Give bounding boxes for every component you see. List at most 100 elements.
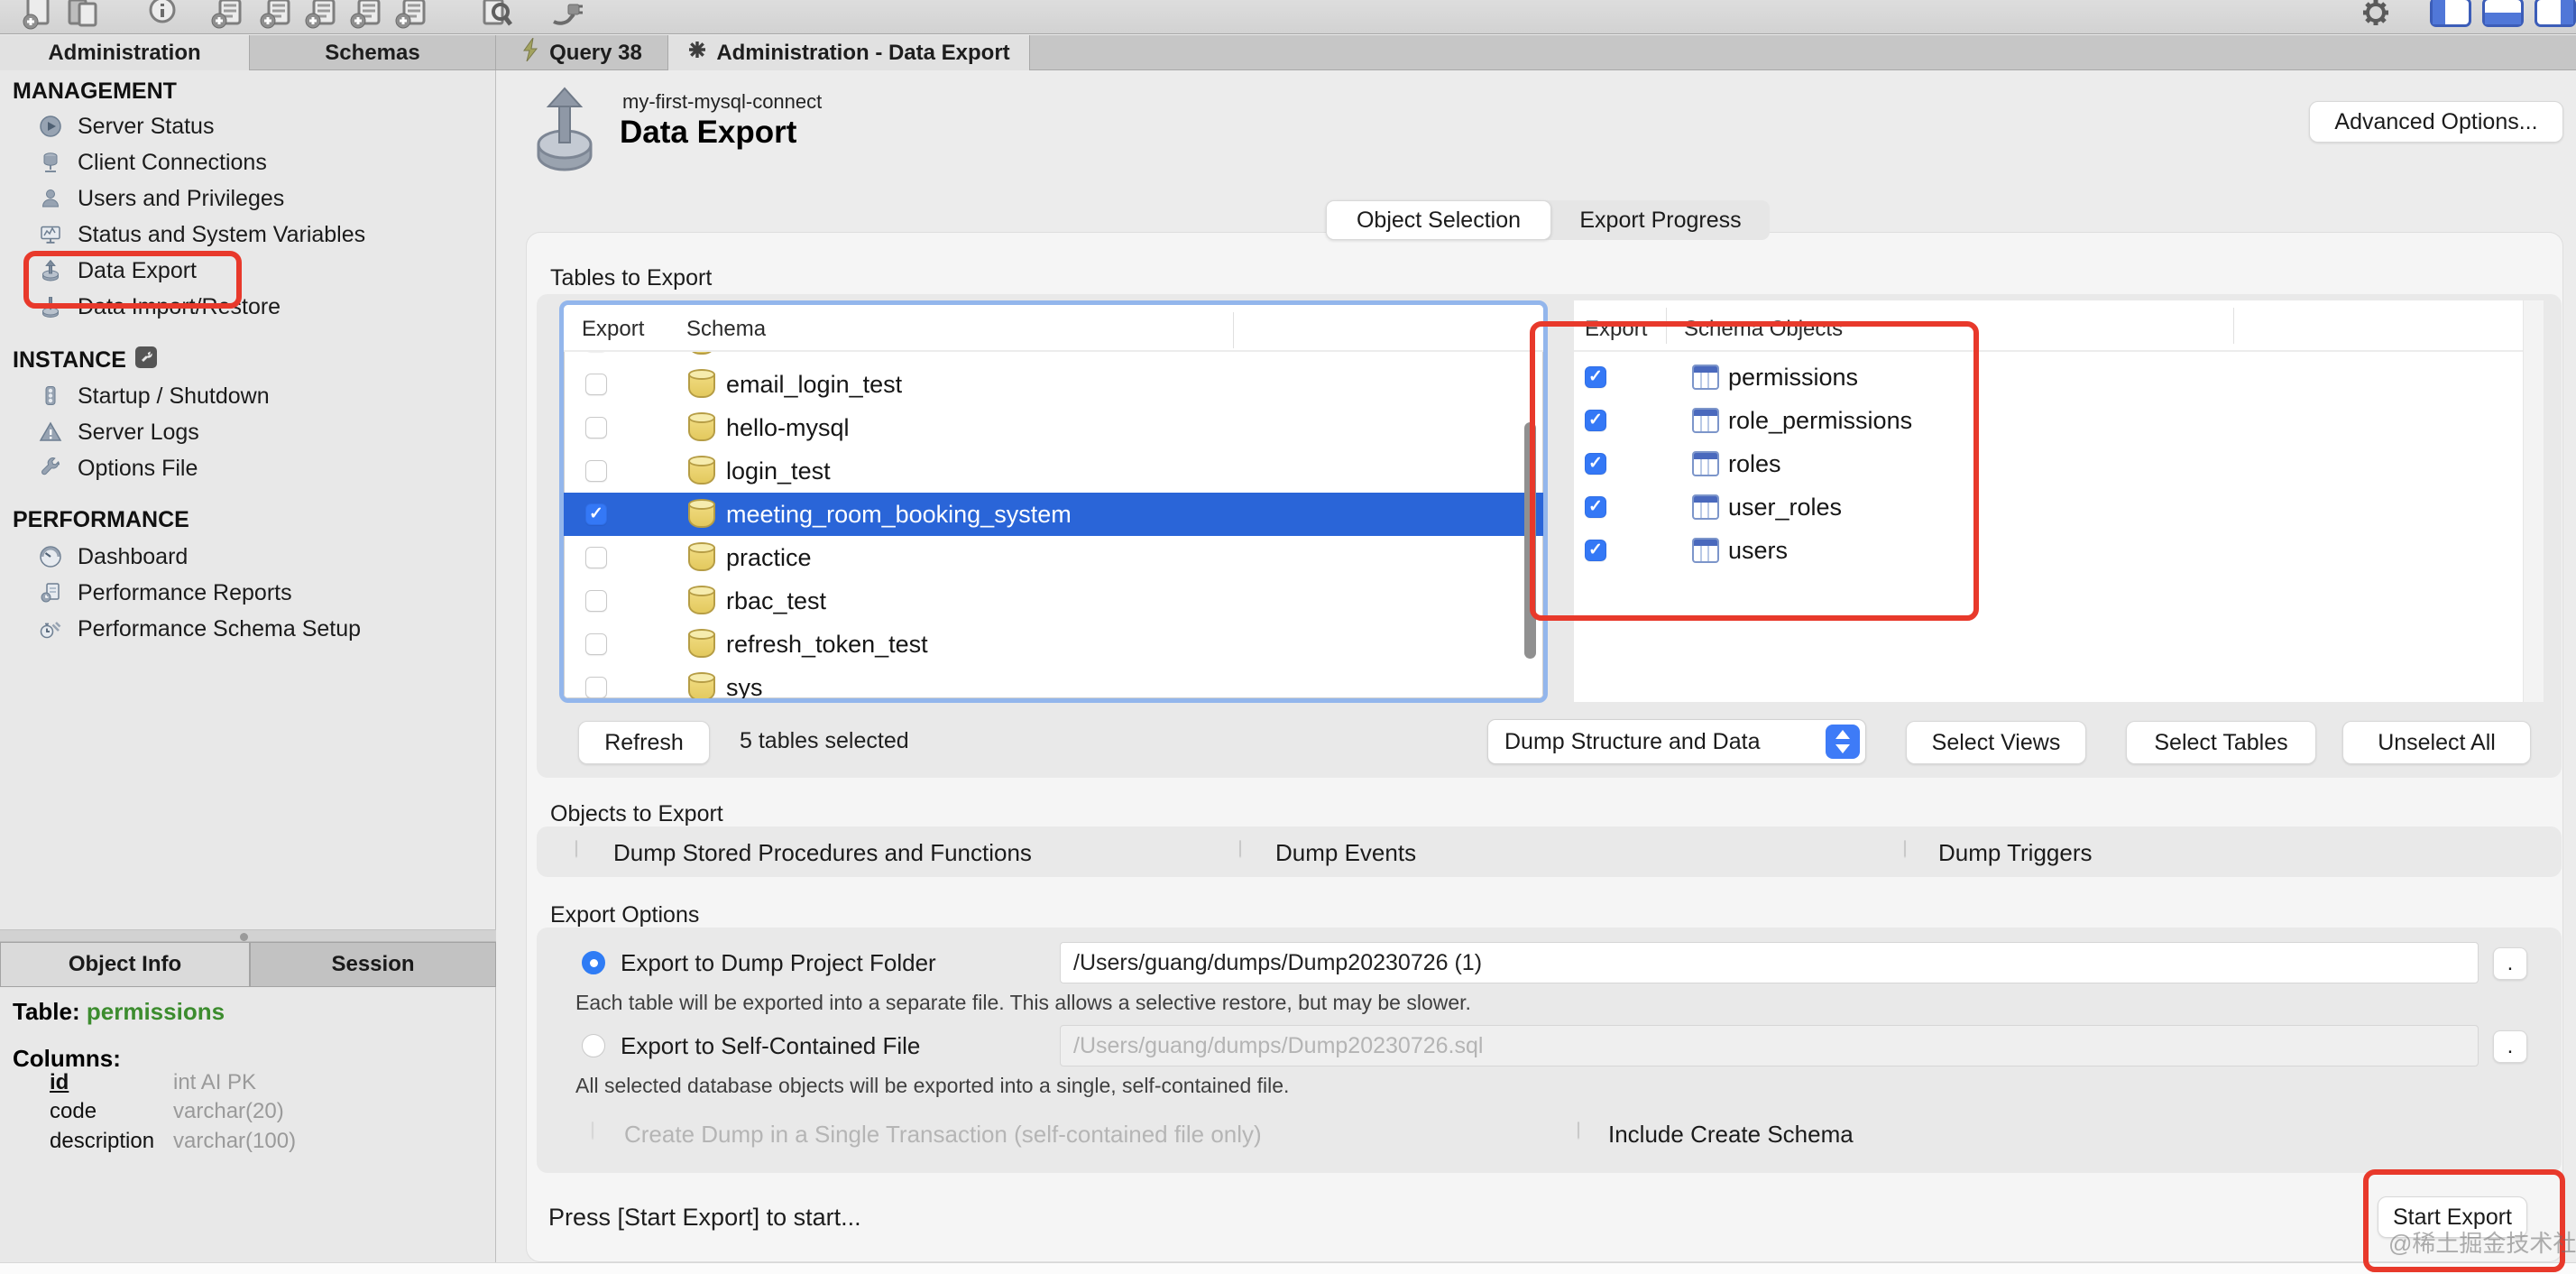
sidebar-item-options-file[interactable]: Options File: [0, 450, 495, 486]
table-icon: [1692, 451, 1719, 476]
editor-tab-data-export[interactable]: Administration - Data Export: [668, 35, 1030, 70]
window-bottom-strip: [0, 1262, 2576, 1274]
status-text: Press [Start Export] to start...: [548, 1204, 861, 1232]
sidebar-item-server-status[interactable]: Server Status: [0, 108, 495, 144]
schema-object-row[interactable]: roles: [1574, 442, 2544, 485]
export-checkbox[interactable]: [1585, 496, 1606, 518]
browse-file-button[interactable]: .: [2493, 1030, 2527, 1063]
export-checkbox[interactable]: [585, 460, 607, 482]
database-import-icon: [38, 294, 63, 319]
tab-export-progress[interactable]: Export Progress: [1551, 200, 1770, 240]
dump-triggers-checkbox[interactable]: [1904, 840, 1906, 857]
create-table-icon[interactable]: [258, 0, 294, 31]
table-row-selected[interactable]: meeting_room_booking_system: [564, 493, 1543, 536]
table-row[interactable]: rbac_test: [564, 579, 1543, 623]
sidebar-item-performance-reports[interactable]: Performance Reports: [0, 575, 495, 611]
table-row[interactable]: refresh_token_test: [564, 623, 1543, 666]
export-checkbox[interactable]: [585, 374, 607, 395]
dump-events-checkbox[interactable]: [1239, 840, 1241, 857]
objects-to-export-label: Objects to Export: [550, 801, 723, 827]
schema-icon: [688, 414, 715, 441]
export-checkbox[interactable]: [585, 633, 607, 655]
sidebar-item-server-logs[interactable]: Server Logs: [0, 414, 495, 450]
sidebar-item-client-connections[interactable]: Client Connections: [0, 144, 495, 180]
refresh-button[interactable]: Refresh: [578, 721, 710, 764]
toggle-bottom-panel-icon[interactable]: [2482, 0, 2524, 27]
table-row[interactable]: sys: [564, 666, 1543, 698]
sidebar-item-data-import-restore[interactable]: Data Import/Restore: [0, 289, 495, 325]
export-checkbox[interactable]: [1585, 366, 1606, 388]
table-row[interactable]: hello-mysql: [564, 406, 1543, 449]
sidebar-item-startup-shutdown[interactable]: Startup / Shutdown: [0, 378, 495, 414]
export-checkbox[interactable]: [1585, 540, 1606, 561]
sidebar-item-label: Startup / Shutdown: [78, 383, 270, 410]
sidebar-item-performance-schema-setup[interactable]: Performance Schema Setup: [0, 611, 495, 647]
create-procedure-icon[interactable]: [348, 0, 384, 31]
column-type: varchar(100): [173, 1129, 296, 1154]
schema-object-row[interactable]: user_roles: [1574, 485, 2544, 529]
new-sql-tab-icon[interactable]: [20, 0, 56, 31]
table-row[interactable]: email_login_test: [564, 363, 1543, 406]
open-script-icon[interactable]: [65, 0, 101, 31]
create-schema-icon[interactable]: [209, 0, 245, 31]
editor-tab-query[interactable]: Query 38: [497, 35, 668, 70]
export-checkbox[interactable]: [585, 590, 607, 612]
export-checkbox[interactable]: [585, 677, 607, 698]
dump-file-path-input[interactable]: /Users/guang/dumps/Dump20230726.sql: [1060, 1025, 2479, 1066]
info-icon[interactable]: [144, 0, 180, 31]
button-label: Select Views: [1932, 730, 2061, 756]
sidebar-splitter[interactable]: [0, 929, 496, 942]
column-header-export: Export: [1585, 317, 1647, 342]
export-checkbox[interactable]: [585, 547, 607, 568]
sidebar-item-data-export[interactable]: Data Export: [0, 253, 495, 289]
export-checkbox[interactable]: [1585, 453, 1606, 475]
connection-icon[interactable]: [547, 0, 583, 31]
sidebar-item-label: Performance Schema Setup: [78, 616, 361, 642]
tab-object-selection[interactable]: Object Selection: [1326, 200, 1551, 240]
toggle-right-panel-icon[interactable]: [2535, 0, 2576, 27]
button-label: Unselect All: [2378, 730, 2496, 756]
schema-object-row[interactable]: role_permissions: [1574, 399, 2544, 442]
export-checkbox[interactable]: [585, 417, 607, 439]
create-function-icon[interactable]: [393, 0, 429, 31]
sidebar-item-dashboard[interactable]: Dashboard: [0, 539, 495, 575]
create-view-icon[interactable]: [303, 0, 339, 31]
tables-list[interactable]: email_login_test hello-mysql login_test …: [559, 300, 1548, 703]
schema-object-row[interactable]: permissions: [1574, 355, 2544, 399]
export-to-folder-radio[interactable]: [582, 951, 605, 974]
dump-stored-procedures-checkbox[interactable]: [575, 840, 577, 857]
export-to-file-radio[interactable]: [582, 1034, 605, 1057]
table-row[interactable]: login_test: [564, 449, 1543, 493]
tables-list-scrollbar[interactable]: [1524, 422, 1536, 659]
section-title-instance: INSTANCE: [13, 346, 157, 374]
unselect-all-button[interactable]: Unselect All: [2342, 721, 2531, 764]
include-create-schema-checkbox[interactable]: [1578, 1122, 1579, 1139]
select-tables-button[interactable]: Select Tables: [2126, 721, 2316, 764]
advanced-options-button[interactable]: Advanced Options...: [2309, 101, 2563, 143]
single-transaction-checkbox[interactable]: [592, 1122, 593, 1139]
sidebar-tab-schemas[interactable]: Schemas: [250, 35, 496, 70]
export-checkbox[interactable]: [585, 503, 607, 525]
schema-object-row[interactable]: users: [1574, 529, 2544, 572]
tab-session[interactable]: Session: [250, 942, 496, 987]
search-icon[interactable]: [478, 0, 514, 31]
export-checkbox[interactable]: [1585, 410, 1606, 431]
splitter-handle[interactable]: [240, 933, 248, 941]
monitor-chart-icon: [38, 222, 63, 247]
gear-icon[interactable]: [2356, 0, 2392, 29]
traffic-light-icon: [38, 383, 63, 409]
gear-asterisk-icon: [687, 40, 707, 66]
sidebar-tab-administration[interactable]: Administration: [0, 35, 250, 70]
toggle-left-panel-icon[interactable]: [2430, 0, 2471, 27]
dump-type-dropdown[interactable]: Dump Structure and Data: [1487, 719, 1866, 764]
sidebar-item-status-system-variables[interactable]: Status and System Variables: [0, 217, 495, 253]
tables-selected-count: 5 tables selected: [740, 728, 909, 754]
sidebar-item-users-and-privileges[interactable]: Users and Privileges: [0, 180, 495, 217]
browse-folder-button[interactable]: .: [2493, 947, 2527, 980]
schema-objects-scrollbar-track[interactable]: [2523, 300, 2544, 702]
dump-folder-path-input[interactable]: /Users/guang/dumps/Dump20230726 (1): [1060, 942, 2479, 983]
select-views-button[interactable]: Select Views: [1906, 721, 2086, 764]
tab-object-info[interactable]: Object Info: [0, 942, 250, 987]
tab-strip: Administration Schemas Query 38 Administ…: [0, 35, 2576, 70]
table-row[interactable]: practice: [564, 536, 1543, 579]
